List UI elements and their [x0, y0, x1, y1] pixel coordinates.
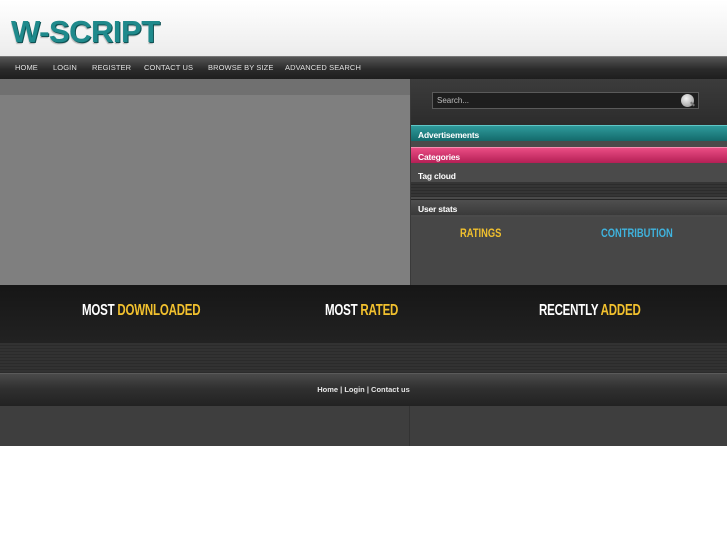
main-nav: HOME LOGIN REGISTER CONTACT US BROWSE BY…: [0, 56, 727, 79]
nav-contact-us[interactable]: CONTACT US: [144, 63, 193, 72]
categories-header: Categories: [411, 147, 727, 163]
most-downloaded-first: MOST: [82, 302, 115, 319]
ratings-tab[interactable]: RATINGS: [460, 226, 501, 240]
footer-link-login[interactable]: Login: [344, 385, 364, 394]
site-header: W-SCRIPT: [0, 0, 727, 56]
contribution-tab[interactable]: CONTRIBUTION: [601, 226, 673, 240]
nav-browse-by-size[interactable]: BROWSE BY SIZE: [208, 63, 273, 72]
footer-divider: [409, 406, 410, 446]
most-rated-second: RATED: [360, 302, 399, 319]
main-content-strip: [0, 79, 410, 95]
footer-link-home[interactable]: Home: [317, 385, 338, 394]
footer-bar: Home | Login | Contact us: [0, 373, 727, 406]
search-input[interactable]: [432, 92, 699, 109]
featured-content-strip: [0, 343, 727, 373]
most-downloaded-second: DOWNLOADED: [117, 302, 201, 319]
advertisements-header: Advertisements: [411, 125, 727, 141]
featured-sections: MOST DOWNLOADED MOST RATED RECENTLY ADDE…: [0, 285, 727, 373]
nav-home[interactable]: HOME: [15, 63, 38, 72]
recently-added-second: ADDED: [600, 302, 641, 319]
user-stats-panel: RATINGS CONTRIBUTION: [411, 217, 727, 285]
nav-advanced-search[interactable]: ADVANCED SEARCH: [285, 63, 361, 72]
most-rated-heading: MOST RATED: [325, 302, 398, 320]
user-stats-header: User stats: [411, 199, 727, 215]
search-box: [411, 79, 727, 125]
sidebar: Advertisements Categories Tag cloud User…: [410, 79, 727, 285]
featured-headings-row: MOST DOWNLOADED MOST RATED RECENTLY ADDE…: [0, 285, 727, 343]
nav-register[interactable]: REGISTER: [92, 63, 131, 72]
main-content-area: [0, 79, 410, 285]
footer-links: Home | Login | Contact us: [0, 385, 727, 394]
footer-link-contact-us[interactable]: Contact us: [371, 385, 410, 394]
recently-added-heading: RECENTLY ADDED: [539, 302, 641, 320]
search-icon[interactable]: [681, 94, 694, 107]
most-downloaded-heading: MOST DOWNLOADED: [82, 302, 201, 320]
tag-cloud-header: Tag cloud: [418, 171, 456, 181]
most-rated-first: MOST: [325, 302, 358, 319]
footer-bottom: [0, 406, 727, 446]
recently-added-first: RECENTLY: [539, 302, 599, 319]
nav-login[interactable]: LOGIN: [53, 63, 77, 72]
tag-cloud-area: [411, 182, 727, 197]
site-logo[interactable]: W-SCRIPT: [11, 16, 160, 47]
